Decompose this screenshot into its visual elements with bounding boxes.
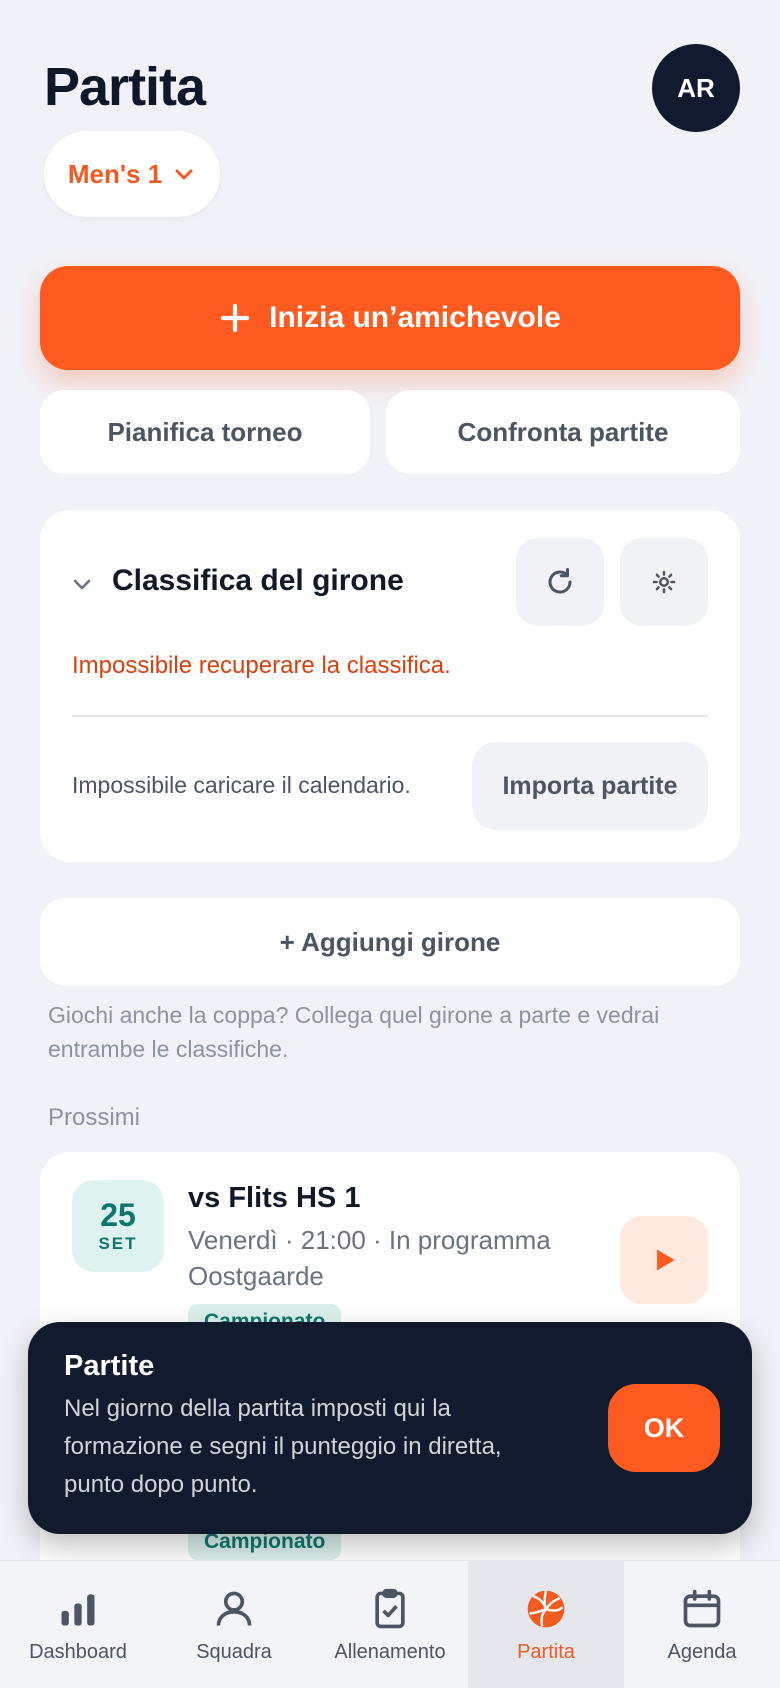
page-title: Partita bbox=[44, 57, 206, 117]
plus-icon bbox=[220, 303, 250, 333]
nav-label: Squadra bbox=[196, 1641, 272, 1663]
play-icon bbox=[657, 1249, 675, 1271]
person-icon bbox=[216, 1591, 252, 1626]
gear-icon bbox=[652, 570, 676, 594]
import-matches-button[interactable]: Importa partite bbox=[472, 742, 708, 830]
standings-title: Classifica del girone bbox=[112, 564, 404, 597]
group-standings-card: Classifica del girone Impossibile recupe… bbox=[40, 510, 740, 862]
nav-label: Dashboard bbox=[29, 1641, 127, 1663]
team-select-label: Men's 1 bbox=[67, 158, 163, 189]
bar-chart-icon bbox=[61, 1594, 95, 1626]
bottom-nav: Dashboard Squadra Allenamento Partita Ag… bbox=[0, 1560, 780, 1688]
onboarding-toast: Partite Nel giorno della partita imposti… bbox=[28, 1322, 752, 1534]
nav-label: Partita bbox=[517, 1641, 575, 1663]
nav-item-dashboard[interactable]: Dashboard bbox=[0, 1561, 156, 1688]
date-day: 25 bbox=[100, 1197, 136, 1233]
settings-button[interactable] bbox=[620, 538, 708, 626]
refresh-button[interactable] bbox=[516, 538, 604, 626]
team-select[interactable]: Men's 1 bbox=[44, 131, 220, 217]
calendar-error: Impossibile caricare il calendario. bbox=[72, 772, 411, 798]
nav-item-partita[interactable]: Partita bbox=[468, 1561, 624, 1688]
date-badge: 25 SET bbox=[72, 1180, 164, 1272]
date-month: SET bbox=[98, 1234, 138, 1253]
start-friendly-label: Inizia un’amichevole bbox=[269, 301, 561, 334]
standings-error: Impossibile recuperare la classifica. bbox=[72, 652, 451, 679]
plan-tournament-button[interactable]: Pianifica torneo bbox=[40, 390, 370, 474]
add-group-button[interactable]: + Aggiungi girone bbox=[40, 898, 740, 986]
volleyball-icon bbox=[527, 1590, 565, 1628]
match-location: Oostgaarde bbox=[188, 1261, 324, 1291]
nav-item-allenamento[interactable]: Allenamento bbox=[312, 1561, 468, 1688]
refresh-icon bbox=[548, 568, 572, 594]
nav-item-squadra[interactable]: Squadra bbox=[156, 1561, 312, 1688]
divider bbox=[72, 715, 708, 717]
nav-label: Allenamento bbox=[334, 1641, 446, 1663]
toast-ok-button[interactable]: OK bbox=[608, 1384, 720, 1472]
start-friendly-button[interactable]: Inizia un’amichevole bbox=[40, 266, 740, 370]
match-opponent: vs Flits HS 1 bbox=[188, 1182, 361, 1214]
chevron-down-icon[interactable] bbox=[70, 572, 94, 596]
toast-body: Nel giorno della partita imposti qui la … bbox=[64, 1395, 502, 1498]
nav-item-agenda[interactable]: Agenda bbox=[624, 1561, 780, 1688]
calendar-icon bbox=[683, 1589, 721, 1628]
upcoming-label: Prossimi bbox=[48, 1104, 141, 1131]
match-meta: Venerdì · 21:00 · In programma bbox=[188, 1225, 551, 1255]
avatar[interactable]: AR bbox=[652, 44, 740, 132]
start-match-button[interactable] bbox=[620, 1216, 708, 1304]
avatar-initials: AR bbox=[677, 72, 715, 103]
chevron-down-icon bbox=[175, 169, 193, 180]
toast-title: Partite bbox=[64, 1350, 155, 1382]
compare-matches-button[interactable]: Confronta partite bbox=[386, 390, 740, 474]
nav-label: Agenda bbox=[667, 1641, 737, 1663]
cup-hint: Giochi anche la coppa? Collega quel giro… bbox=[48, 1002, 660, 1062]
clipboard-check-icon bbox=[375, 1588, 405, 1629]
